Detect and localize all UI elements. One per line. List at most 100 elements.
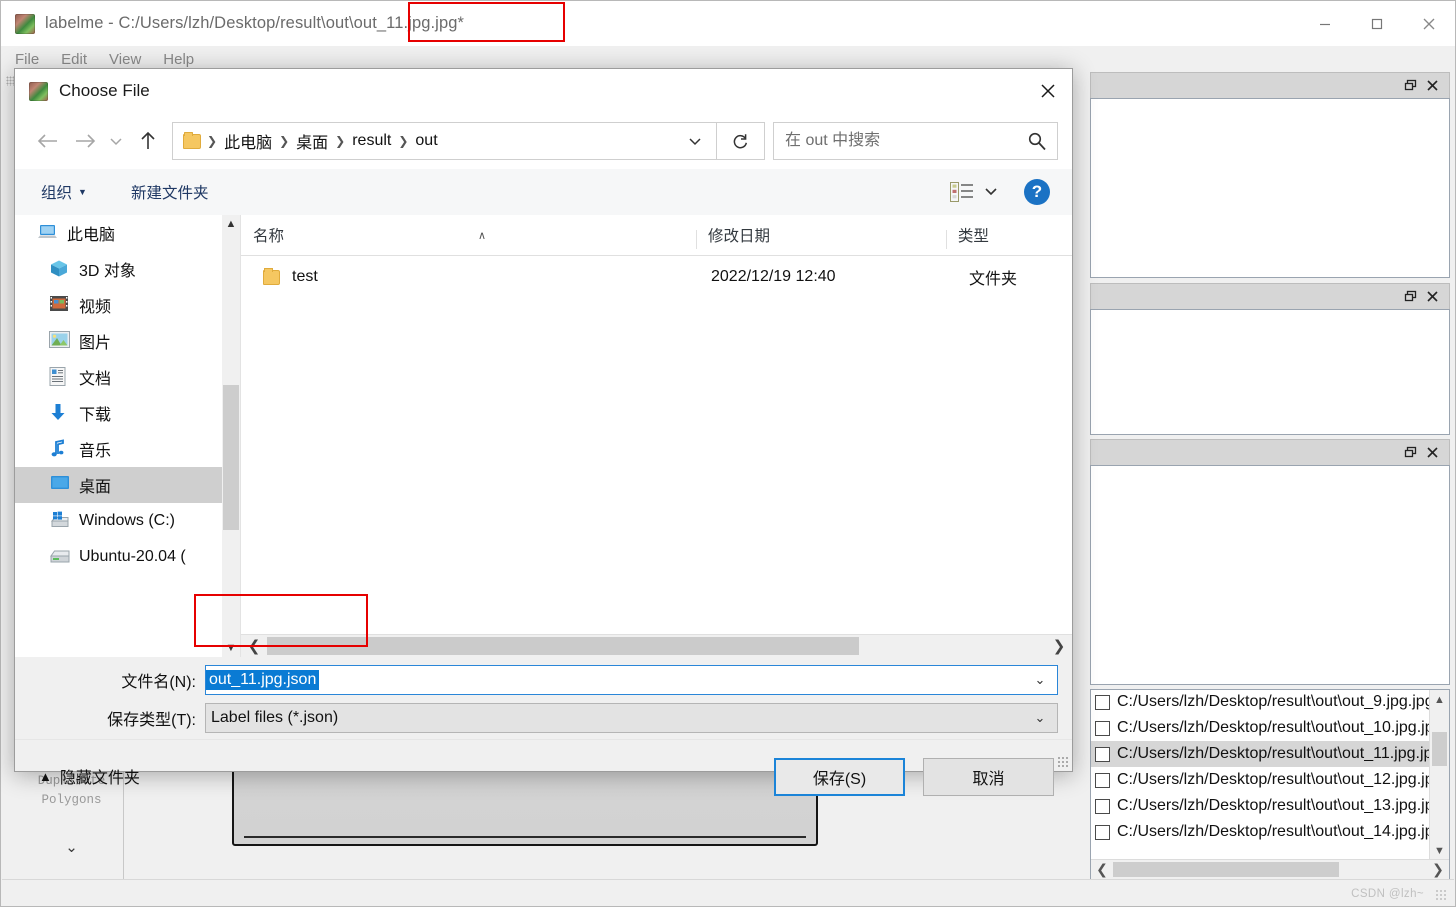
list-item[interactable]: C:/Users/lzh/Desktop/result\out\out_9.jp… (1091, 690, 1430, 715)
chevron-down-icon[interactable]: ⌄ (1023, 710, 1057, 726)
organize-button[interactable]: 组织 ▼ (41, 181, 87, 203)
sidebar-item-this-pc[interactable]: 此电脑 (15, 215, 240, 251)
close-button[interactable] (1403, 1, 1455, 46)
save-button[interactable]: 保存(S) (774, 758, 905, 796)
file-list-viewport: C:/Users/lzh/Desktop/result\out\out_9.jp… (1091, 690, 1430, 860)
float-icon[interactable] (1399, 442, 1421, 464)
close-icon[interactable] (1421, 75, 1443, 97)
main-window-title: labelme - C:/Users/lzh/Desktop/result\ou… (45, 14, 464, 33)
cancel-button[interactable]: 取消 (923, 758, 1054, 796)
float-icon[interactable] (1399, 75, 1421, 97)
file-list-horizontal-scrollbar[interactable]: ❮ ❯ (1091, 859, 1449, 879)
sidebar-item-pictures[interactable]: 图片 (15, 323, 240, 359)
file-pane-horizontal-scrollbar[interactable]: ❮ ❯ (241, 634, 1072, 657)
filetype-select[interactable]: Label files (*.json) ⌄ (205, 703, 1058, 733)
scroll-down-icon[interactable]: ▼ (222, 639, 240, 657)
sidebar-item-ubuntu[interactable]: Ubuntu-20.04 ( (15, 539, 240, 575)
close-icon[interactable] (1421, 286, 1443, 308)
help-button[interactable]: ? (1024, 179, 1050, 205)
scrollbar-thumb[interactable] (1113, 862, 1340, 877)
table-row[interactable]: test 2022/12/19 12:40 文件夹 (241, 256, 1072, 298)
breadcrumb-item-2[interactable]: result (347, 132, 396, 150)
chevron-down-icon[interactable] (678, 123, 712, 159)
file-checkbox[interactable] (1095, 746, 1110, 762)
scrollbar-track[interactable] (1113, 862, 1427, 877)
breadcrumb-item-0[interactable]: 此电脑 (219, 129, 277, 153)
scrollbar-thumb[interactable] (267, 637, 860, 655)
scroll-left-icon[interactable]: ❮ (241, 637, 267, 655)
resize-grip-icon[interactable] (1435, 889, 1446, 900)
breadcrumb[interactable]: ❯ 此电脑 ❯ 桌面 ❯ result ❯ out (172, 122, 717, 160)
chevron-double-down-icon[interactable]: ⌄ (20, 838, 123, 856)
list-item[interactable]: C:/Users/lzh/Desktop/result\out\out_12.j… (1091, 767, 1430, 793)
search-box[interactable] (773, 122, 1058, 160)
column-header-modified[interactable]: 修改日期 (695, 224, 946, 255)
recent-locations-icon[interactable] (103, 123, 129, 160)
menu-view[interactable]: View (105, 50, 145, 69)
close-icon[interactable] (1421, 442, 1443, 464)
menu-help[interactable]: Help (159, 50, 198, 69)
file-list-vertical-scrollbar[interactable]: ▲ ▼ (1429, 690, 1449, 860)
main-titlebar: labelme - C:/Users/lzh/Desktop/result\ou… (1, 1, 1455, 46)
scrollbar-thumb[interactable] (1432, 732, 1447, 766)
scroll-right-icon[interactable]: ❯ (1427, 861, 1449, 878)
search-icon[interactable] (1017, 131, 1057, 152)
file-table-header: 名称 修改日期 类型 ∧ (241, 215, 1072, 256)
main-window-title-file: out_11.jpg.jpg* (353, 14, 465, 32)
file-checkbox[interactable] (1095, 824, 1110, 840)
scroll-down-icon[interactable]: ▼ (1430, 841, 1449, 860)
back-button[interactable] (29, 123, 66, 160)
polygon-labels-dock-content[interactable] (1090, 465, 1450, 685)
navpane-scrollbar[interactable]: ▲ ▼ (222, 215, 240, 657)
sidebar-item-windows-c[interactable]: Windows (C:) (15, 503, 240, 539)
file-list-dock-content[interactable]: C:/Users/lzh/Desktop/result\out\out_9.jp… (1090, 689, 1450, 880)
list-item[interactable]: C:/Users/lzh/Desktop/result\out\out_13.j… (1091, 793, 1430, 819)
sidebar-item-music[interactable]: 音乐 (15, 431, 240, 467)
hide-folders-toggle[interactable]: ▲ 隐藏文件夹 (39, 764, 140, 788)
float-icon[interactable] (1399, 286, 1421, 308)
forward-button[interactable] (66, 123, 103, 160)
file-list[interactable]: C:/Users/lzh/Desktop/result\out\out_9.jp… (1091, 690, 1449, 879)
file-checkbox[interactable] (1095, 798, 1110, 814)
scroll-left-icon[interactable]: ❮ (1091, 861, 1113, 878)
new-folder-button[interactable]: 新建文件夹 (131, 181, 209, 203)
view-dropdown-icon[interactable] (984, 183, 998, 201)
file-checkbox[interactable] (1095, 772, 1110, 788)
list-item[interactable]: C:/Users/lzh/Desktop/result\out\out_14.j… (1091, 819, 1430, 845)
breadcrumb-item-3[interactable]: out (410, 132, 442, 150)
flags-dock-content[interactable] (1090, 98, 1450, 278)
sidebar-item-documents[interactable]: 文档 (15, 359, 240, 395)
up-button[interactable] (129, 123, 166, 160)
sidebar-item-3d-objects[interactable]: 3D 对象 (15, 251, 240, 287)
maximize-button[interactable] (1351, 1, 1403, 46)
dialog-close-button[interactable] (1024, 69, 1072, 113)
breadcrumb-item-1[interactable]: 桌面 (291, 129, 333, 153)
list-item-selected[interactable]: C:/Users/lzh/Desktop/result\out\out_11.j… (1091, 741, 1430, 767)
scroll-up-icon[interactable]: ▲ (1430, 690, 1449, 709)
file-checkbox[interactable] (1095, 694, 1110, 710)
sidebar-item-desktop[interactable]: 桌面 (15, 467, 240, 503)
minimize-button[interactable] (1299, 1, 1351, 46)
column-header-type[interactable]: 类型 (945, 224, 1072, 255)
scroll-up-icon[interactable]: ▲ (222, 215, 240, 233)
sidebar-item-downloads[interactable]: 下载 (15, 395, 240, 431)
list-item[interactable]: C:/Users/lzh/Desktop/result\out\out_10.j… (1091, 715, 1430, 741)
column-header-name[interactable]: 名称 (241, 224, 696, 255)
file-list-dock: C:/Users/lzh/Desktop/result\out\out_9.jp… (1090, 689, 1450, 880)
scroll-right-icon[interactable]: ❯ (1046, 637, 1072, 655)
window-controls (1299, 1, 1455, 46)
toolbar-grip-icon[interactable] (6, 76, 14, 86)
scrollbar-thumb[interactable] (223, 385, 239, 530)
view-layout-icon[interactable] (950, 182, 974, 202)
refresh-button[interactable] (717, 122, 765, 160)
search-input[interactable] (774, 131, 1017, 151)
sidebar-item-videos[interactable]: 视频 (15, 287, 240, 323)
label-list-dock-content[interactable] (1090, 309, 1450, 435)
chevron-down-icon[interactable]: ⌄ (1023, 672, 1057, 688)
filename-input[interactable]: out_11.jpg.json ⌄ (205, 665, 1058, 695)
dialog-resize-grip-icon[interactable] (1057, 756, 1069, 768)
scrollbar-track[interactable] (267, 637, 1046, 655)
menu-edit[interactable]: Edit (57, 50, 91, 69)
menu-file[interactable]: File (11, 50, 43, 69)
file-checkbox[interactable] (1095, 720, 1110, 736)
